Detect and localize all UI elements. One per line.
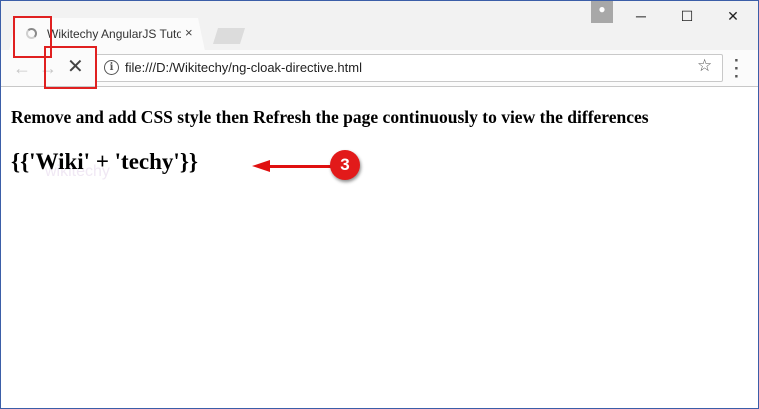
- title-bar: Wikitechy AngularJS Tuto × ● ─ ☐ ✕: [1, 1, 758, 51]
- page-content: Remove and add CSS style then Refresh th…: [1, 87, 758, 408]
- stop-button-highlight: [44, 46, 97, 89]
- close-window-button[interactable]: ✕: [710, 1, 756, 31]
- bookmark-star-icon[interactable]: ☆: [697, 56, 712, 76]
- minimize-button[interactable]: ─: [618, 1, 664, 31]
- user-profile-button[interactable]: ●: [591, 1, 613, 23]
- back-button[interactable]: ←: [13, 58, 31, 79]
- tab-title: Wikitechy AngularJS Tuto: [47, 27, 181, 41]
- address-bar[interactable]: i file:///D:/Wikitechy/ng-cloak-directiv…: [95, 54, 723, 82]
- browser-toolbar: ← → ✕ i file:///D:/Wikitechy/ng-cloak-di…: [1, 50, 758, 87]
- browser-window: Wikitechy AngularJS Tuto × ● ─ ☐ ✕ ← → ✕…: [0, 0, 759, 409]
- new-tab-button[interactable]: [213, 28, 245, 44]
- step-badge: 3: [330, 150, 360, 180]
- maximize-button[interactable]: ☐: [664, 1, 710, 31]
- browser-menu-icon[interactable]: · · ·: [734, 52, 740, 85]
- tab-close-icon[interactable]: ×: [185, 25, 193, 40]
- annotation-arrow: [268, 165, 332, 168]
- page-heading: Remove and add CSS style then Refresh th…: [11, 107, 649, 127]
- url-text[interactable]: file:///D:/Wikitechy/ng-cloak-directive.…: [125, 60, 362, 75]
- angular-expression: {{'Wiki' + 'techy'}}: [11, 149, 198, 174]
- info-icon[interactable]: i: [104, 60, 119, 75]
- user-icon: ●: [598, 2, 606, 16]
